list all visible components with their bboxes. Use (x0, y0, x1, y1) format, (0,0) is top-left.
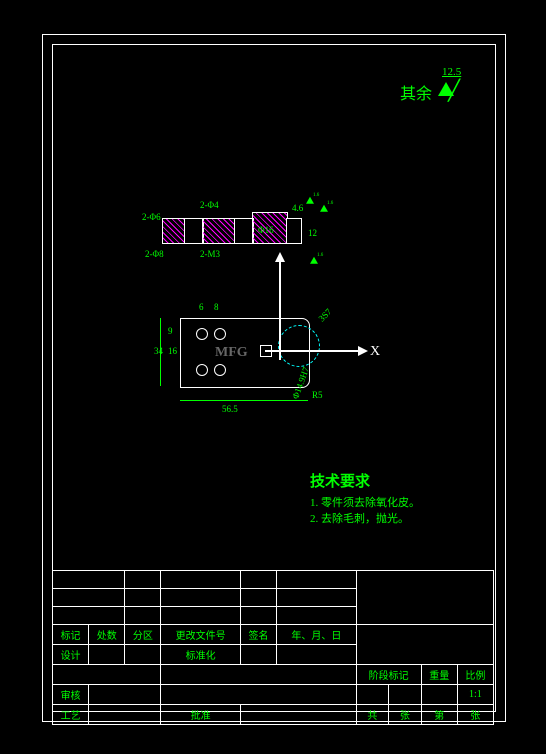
rough-1: 1.6 (306, 197, 314, 207)
dim-2phi4: 2-Φ4 (200, 200, 219, 210)
x-axis-arrow (265, 350, 360, 352)
rough-3: 1.6 (320, 205, 328, 215)
dim-2phi6: 2-Φ6 (142, 212, 161, 222)
watermark: MFG (215, 345, 248, 361)
x-label: X (370, 344, 380, 360)
dim-phi16: Φ16 (258, 225, 274, 235)
dim-2phi8: 2-Φ8 (145, 249, 164, 259)
dim-46: 4.6 (292, 203, 303, 213)
dim-2m3: 2-M3 (200, 249, 220, 259)
surface-finish: 其余 12.5 ╱ (400, 80, 432, 104)
rough-2: 1.6 (310, 257, 318, 267)
y-axis-arrow (279, 260, 281, 360)
dim-12: 12 (308, 228, 317, 238)
